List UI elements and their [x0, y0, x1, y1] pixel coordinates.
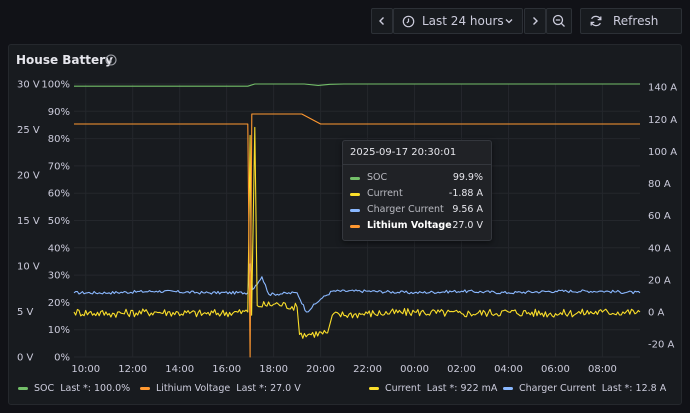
axis-tick-label: 40 A [648, 243, 671, 254]
tooltip-series-name: Lithium Voltage [367, 220, 452, 231]
axis-tick-label: 22:00 [353, 364, 382, 375]
tooltip-row-charger-current: Charger Current 9.56 A [343, 202, 491, 218]
legend-item-current[interactable]: Current Last *: 922 mA [369, 382, 497, 396]
axis-tick-label: 30% [48, 271, 70, 282]
series-swatch [350, 209, 360, 212]
axis-tick-label: 80% [48, 134, 70, 145]
legend-item-soc[interactable]: SOC Last *: 100.0% [18, 382, 130, 396]
axis-tick-label: 20 V [17, 171, 40, 182]
axis-tick-label: 0 V [17, 353, 34, 364]
axis-tick-label: 5 V [17, 307, 34, 318]
tooltip-series-name: Charger Current [367, 204, 444, 215]
axis-tick-label: 10 V [17, 262, 40, 273]
axis-tick-label: 20 A [648, 275, 671, 286]
series-swatch [350, 193, 360, 196]
axis-tick-label: 06:00 [541, 364, 570, 375]
chart-legend: SOC Last *: 100.0% Lithium Voltage Last … [0, 382, 690, 396]
legend-last-value: Last *: 922 mA [426, 383, 498, 394]
axis-tick-label: 12:00 [118, 364, 147, 375]
axis-tick-label: 100 A [648, 147, 677, 158]
tooltip-row-current: Current -1.88 A [343, 186, 491, 202]
percent-axis: 0% 10% 20% 30% 40% 50% 60% 70% 80% 90% 100% [41, 80, 70, 364]
axis-tick-label: 50% [48, 216, 70, 227]
tooltip-series-value: -1.88 A [448, 188, 483, 199]
axis-tick-label: 20:00 [306, 364, 335, 375]
tooltip-series-name: Current [367, 188, 403, 199]
axis-tick-label: 02:00 [447, 364, 476, 375]
tooltip-timestamp: 2025-09-17 20:30:01 [343, 141, 491, 165]
axis-tick-label: 120 A [648, 115, 677, 126]
axis-tick-label: 90% [48, 107, 70, 118]
axis-tick-label: 140 A [648, 83, 677, 94]
axis-tick-label: 25 V [17, 125, 40, 136]
legend-last-value: Last *: 100.0% [60, 383, 131, 394]
legend-series-name: SOC [34, 383, 55, 394]
axis-tick-label: 08:00 [588, 364, 617, 375]
axis-tick-label: 40% [48, 243, 70, 254]
series-swatch [350, 225, 360, 228]
axis-tick-label: 10% [48, 325, 70, 336]
axis-tick-label: 04:00 [494, 364, 523, 375]
current-axis: -20 A 0 A 20 A 40 A 60 A 80 A 100 A 120 A 140 A [648, 83, 677, 351]
axis-tick-label: 16:00 [212, 364, 241, 375]
axis-tick-label: 30 V [17, 80, 40, 91]
legend-last-value: Last *: 27.0 V [236, 383, 301, 394]
series-swatch [140, 387, 150, 390]
voltage-axis: 0 V 5 V 10 V 15 V 20 V 25 V 30 V [17, 80, 40, 364]
series-swatch [369, 387, 379, 390]
series-swatch [18, 387, 28, 390]
tooltip-row-soc: SOC 99.9% [343, 170, 491, 186]
axis-tick-label: 60% [48, 189, 70, 200]
tooltip-series-name: SOC [367, 172, 388, 183]
axis-tick-label: 70% [48, 161, 70, 172]
tooltip-row-lithium-voltage: Lithium Voltage 27.0 V [343, 218, 491, 234]
axis-tick-label: 20% [48, 298, 70, 309]
legend-item-charger-current[interactable]: Charger Current Last *: 12.8 A [503, 382, 666, 396]
axis-tick-label: 15 V [17, 216, 40, 227]
legend-item-lithium-voltage[interactable]: Lithium Voltage Last *: 27.0 V [140, 382, 301, 396]
axis-tick-label: 10:00 [71, 364, 100, 375]
legend-last-value: Last *: 12.8 A [601, 383, 667, 394]
series-swatch [503, 387, 513, 390]
axis-tick-label: 18:00 [259, 364, 288, 375]
tooltip-series-value: 99.9% [452, 172, 483, 183]
legend-series-name: Lithium Voltage [156, 383, 231, 394]
hover-tooltip: 2025-09-17 20:30:01 SOC 99.9% Current -1… [342, 140, 492, 241]
time-axis: 10:00 12:00 14:00 16:00 18:00 20:00 22:00 00:00… [71, 364, 617, 375]
axis-tick-label: 80 A [648, 179, 671, 190]
axis-tick-label: 100% [41, 80, 70, 91]
axis-tick-label: 0 A [648, 308, 665, 319]
axis-tick-label: 0% [54, 353, 70, 364]
axis-tick-label: -20 A [648, 340, 675, 351]
tooltip-series-value: 9.56 A [452, 204, 483, 215]
axis-tick-label: 14:00 [165, 364, 194, 375]
series-swatch [350, 177, 360, 180]
legend-series-name: Charger Current [519, 383, 596, 394]
legend-series-name: Current [385, 383, 421, 394]
axis-tick-label: 00:00 [400, 364, 429, 375]
tooltip-series-value: 27.0 V [452, 220, 483, 231]
axis-tick-label: 60 A [648, 211, 671, 222]
